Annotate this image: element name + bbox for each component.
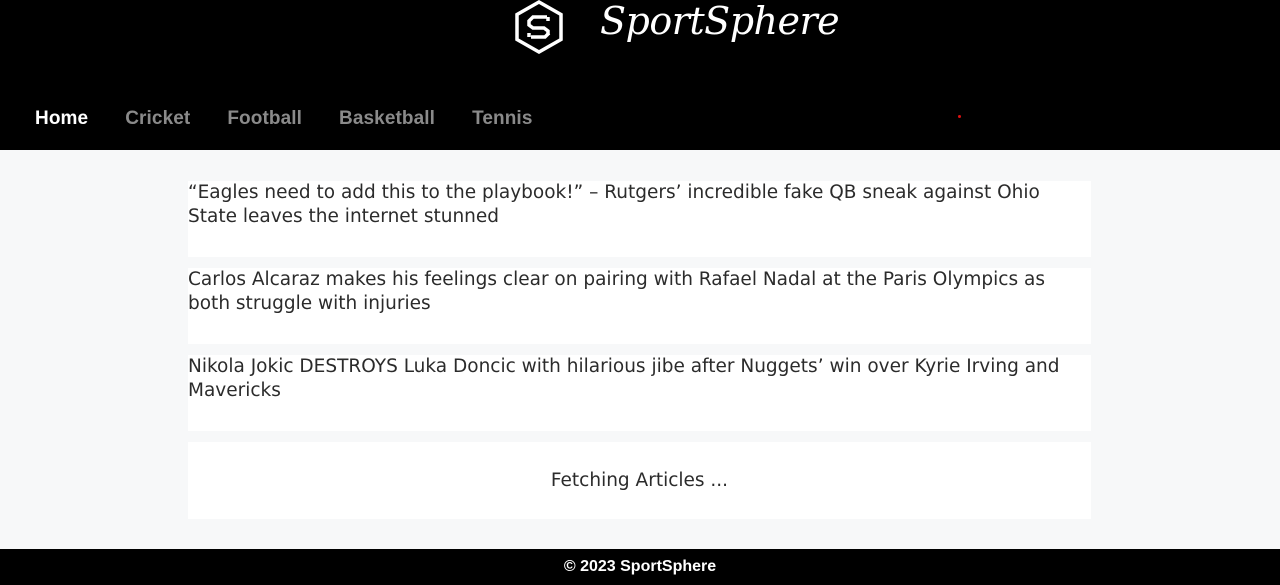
- brand[interactable]: SportSphere: [514, 0, 840, 54]
- loading-text: Fetching Articles ...: [550, 469, 729, 491]
- nav-item-tennis[interactable]: Tennis: [472, 108, 532, 130]
- indicator-dot: [958, 115, 961, 118]
- main-nav: Home Cricket Football Basketball Tennis: [35, 104, 569, 134]
- ss-hexagon-logo-icon[interactable]: [514, 0, 564, 54]
- nav-item-football[interactable]: Football: [227, 108, 302, 130]
- article-title[interactable]: Carlos Alcaraz makes his feelings clear …: [188, 268, 1091, 316]
- loading-card: Fetching Articles ...: [188, 442, 1091, 519]
- article-title[interactable]: Nikola Jokic DESTROYS Luka Doncic with h…: [188, 355, 1091, 403]
- article-card[interactable]: Nikola Jokic DESTROYS Luka Doncic with h…: [188, 355, 1091, 431]
- nav-item-basketball[interactable]: Basketball: [339, 108, 435, 130]
- site-footer: © 2023 SportSphere: [0, 549, 1280, 585]
- article-card[interactable]: Carlos Alcaraz makes his feelings clear …: [188, 268, 1091, 344]
- article-title[interactable]: “Eagles need to add this to the playbook…: [188, 181, 1091, 229]
- nav-item-home[interactable]: Home: [35, 108, 88, 130]
- brand-name: SportSphere: [600, 0, 840, 43]
- nav-item-cricket[interactable]: Cricket: [125, 108, 190, 130]
- site-header: SportSphere Home Cricket Football Basket…: [0, 0, 1280, 150]
- article-list: “Eagles need to add this to the playbook…: [188, 181, 1091, 530]
- footer-copyright: © 2023 SportSphere: [563, 558, 717, 575]
- article-card[interactable]: “Eagles need to add this to the playbook…: [188, 181, 1091, 257]
